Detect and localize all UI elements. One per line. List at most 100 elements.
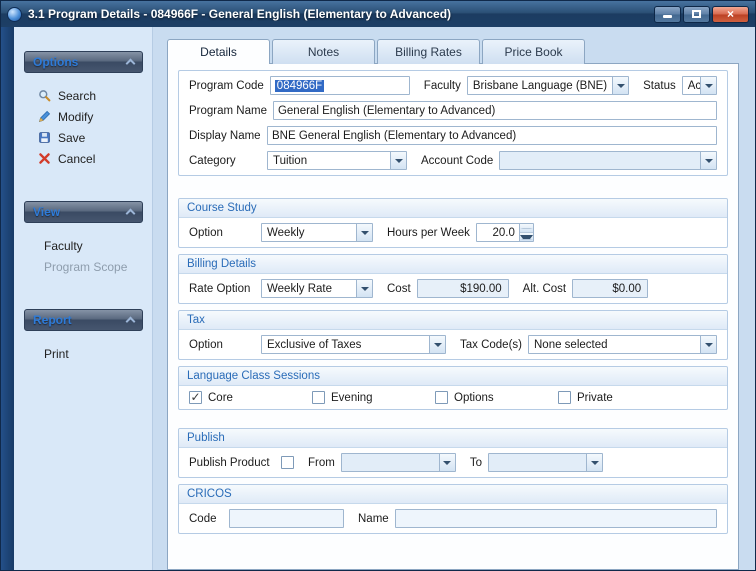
evening-checkbox[interactable] [312,391,325,404]
sidebar-item-label: Cancel [58,152,95,166]
dropdown-arrow-button[interactable] [700,77,716,94]
sidebar-item-label: Print [44,347,69,361]
cricos-code-label: Code [189,513,223,525]
program-name-label: Program Name [189,105,267,117]
publish-to-select[interactable] [488,453,603,472]
sidebar-section-view: View Faculty Program Scope [24,201,143,277]
dropdown-arrow-button[interactable] [356,280,372,297]
tab-details[interactable]: Details [167,39,270,64]
tab-notes[interactable]: Notes [272,39,375,64]
program-details-window: 3.1 Program Details - 084966F - General … [0,0,756,571]
title-bar: 3.1 Program Details - 084966F - General … [1,1,755,27]
tab-bar: Details Notes Billing Rates Price Book [167,39,739,64]
dropdown-arrow-button[interactable] [429,336,445,353]
chevron-down-icon [591,461,599,465]
dropdown-arrow-button[interactable] [439,454,455,471]
spin-down-button[interactable] [520,233,533,241]
tax-codes-select[interactable]: None selected [528,335,717,354]
dropdown-arrow-button[interactable] [356,224,372,241]
dropdown-arrow-button[interactable] [390,152,406,169]
maximize-icon [692,10,701,18]
group-title: Publish [179,429,727,448]
session-evening: Evening [312,391,429,404]
sidebar-item-label: Modify [58,110,93,124]
sidebar-item-faculty[interactable]: Faculty [24,235,143,256]
chevron-down-icon [617,84,625,88]
chevron-down-icon [705,343,713,347]
checkbox-label: Core [208,392,233,404]
close-button[interactable]: × [712,6,749,23]
option-label: Option [189,227,255,239]
sidebar-item-modify[interactable]: Modify [24,106,143,127]
options-checkbox[interactable] [435,391,448,404]
group-title: Billing Details [179,255,727,274]
sidebar-group-label: Options [33,55,78,69]
dropdown-arrow-button[interactable] [586,454,602,471]
sidebar-item-program-scope: Program Scope [24,256,143,277]
sidebar-section-report: Report Print [24,309,143,364]
chevron-up-icon [520,228,533,229]
program-name-input[interactable]: General English (Elementary to Advanced) [273,101,717,120]
chevron-down-icon [395,159,403,163]
sidebar-item-search[interactable]: Search [24,85,143,106]
sidebar-item-cancel[interactable]: Cancel [24,148,143,169]
cricos-code-input[interactable] [229,509,344,528]
account-code-select[interactable] [499,151,717,170]
faculty-select[interactable]: Brisbane Language (BNE) [467,76,629,95]
sidebar-group-label: Report [33,313,72,327]
publish-group: Publish Publish Product From To [178,428,728,478]
status-select[interactable]: Active [682,76,717,95]
chevron-down-icon [361,231,369,235]
display-name-input[interactable]: BNE General English (Elementary to Advan… [267,126,717,145]
chevron-down-icon [520,235,533,240]
hours-per-week-stepper[interactable]: 20.0 [476,223,534,242]
dropdown-arrow-button[interactable] [700,336,716,353]
core-checkbox[interactable] [189,391,202,404]
tax-codes-label: Tax Code(s) [460,339,522,351]
alt-cost-field[interactable]: $0.00 [572,279,648,298]
spin-up-button[interactable] [520,224,533,233]
hours-per-week-label: Hours per Week [387,227,470,239]
program-code-input[interactable]: 084966F [270,76,410,95]
session-core: Core [189,391,306,404]
checkbox-label: Evening [331,392,373,404]
spinner-buttons [519,224,533,241]
tax-option-select[interactable]: Exclusive of Taxes [261,335,446,354]
group-title: Course Study [179,199,727,218]
sidebar-item-label: Search [58,89,96,103]
cost-label: Cost [387,283,411,295]
course-study-group: Course Study Option Weekly Hours per Wee… [178,198,728,248]
tab-price-book[interactable]: Price Book [482,39,585,64]
cancel-icon [38,152,51,165]
maximize-button[interactable] [683,6,710,23]
publish-from-label: From [308,457,335,469]
dropdown-arrow-button[interactable] [700,152,716,169]
sidebar-group-options[interactable]: Options [24,51,143,73]
account-code-label: Account Code [421,155,493,167]
chevron-up-icon [126,209,136,219]
publish-from-select[interactable] [341,453,456,472]
sidebar-item-label: Faculty [44,239,83,253]
window-title: 3.1 Program Details - 084966F - General … [28,7,648,21]
sidebar-item-save[interactable]: Save [24,127,143,148]
minimize-button[interactable] [654,6,681,23]
private-checkbox[interactable] [558,391,571,404]
sidebar-item-print[interactable]: Print [24,343,143,364]
category-select[interactable]: Tuition [267,151,407,170]
sidebar-item-label: Save [58,131,85,145]
main-area: Details Notes Billing Rates Price Book P… [153,27,755,570]
course-option-select[interactable]: Weekly [261,223,373,242]
sidebar-group-view[interactable]: View [24,201,143,223]
pencil-icon [38,110,51,123]
cost-field[interactable]: $190.00 [417,279,509,298]
tab-billing-rates[interactable]: Billing Rates [377,39,480,64]
display-name-label: Display Name [189,130,261,142]
rate-option-select[interactable]: Weekly Rate [261,279,373,298]
search-icon [38,89,51,102]
dropdown-arrow-button[interactable] [612,77,628,94]
chevron-down-icon [705,84,713,88]
left-edge-strip [1,27,14,570]
sidebar-group-report[interactable]: Report [24,309,143,331]
cricos-name-input[interactable] [395,509,717,528]
publish-product-checkbox[interactable] [281,456,294,469]
